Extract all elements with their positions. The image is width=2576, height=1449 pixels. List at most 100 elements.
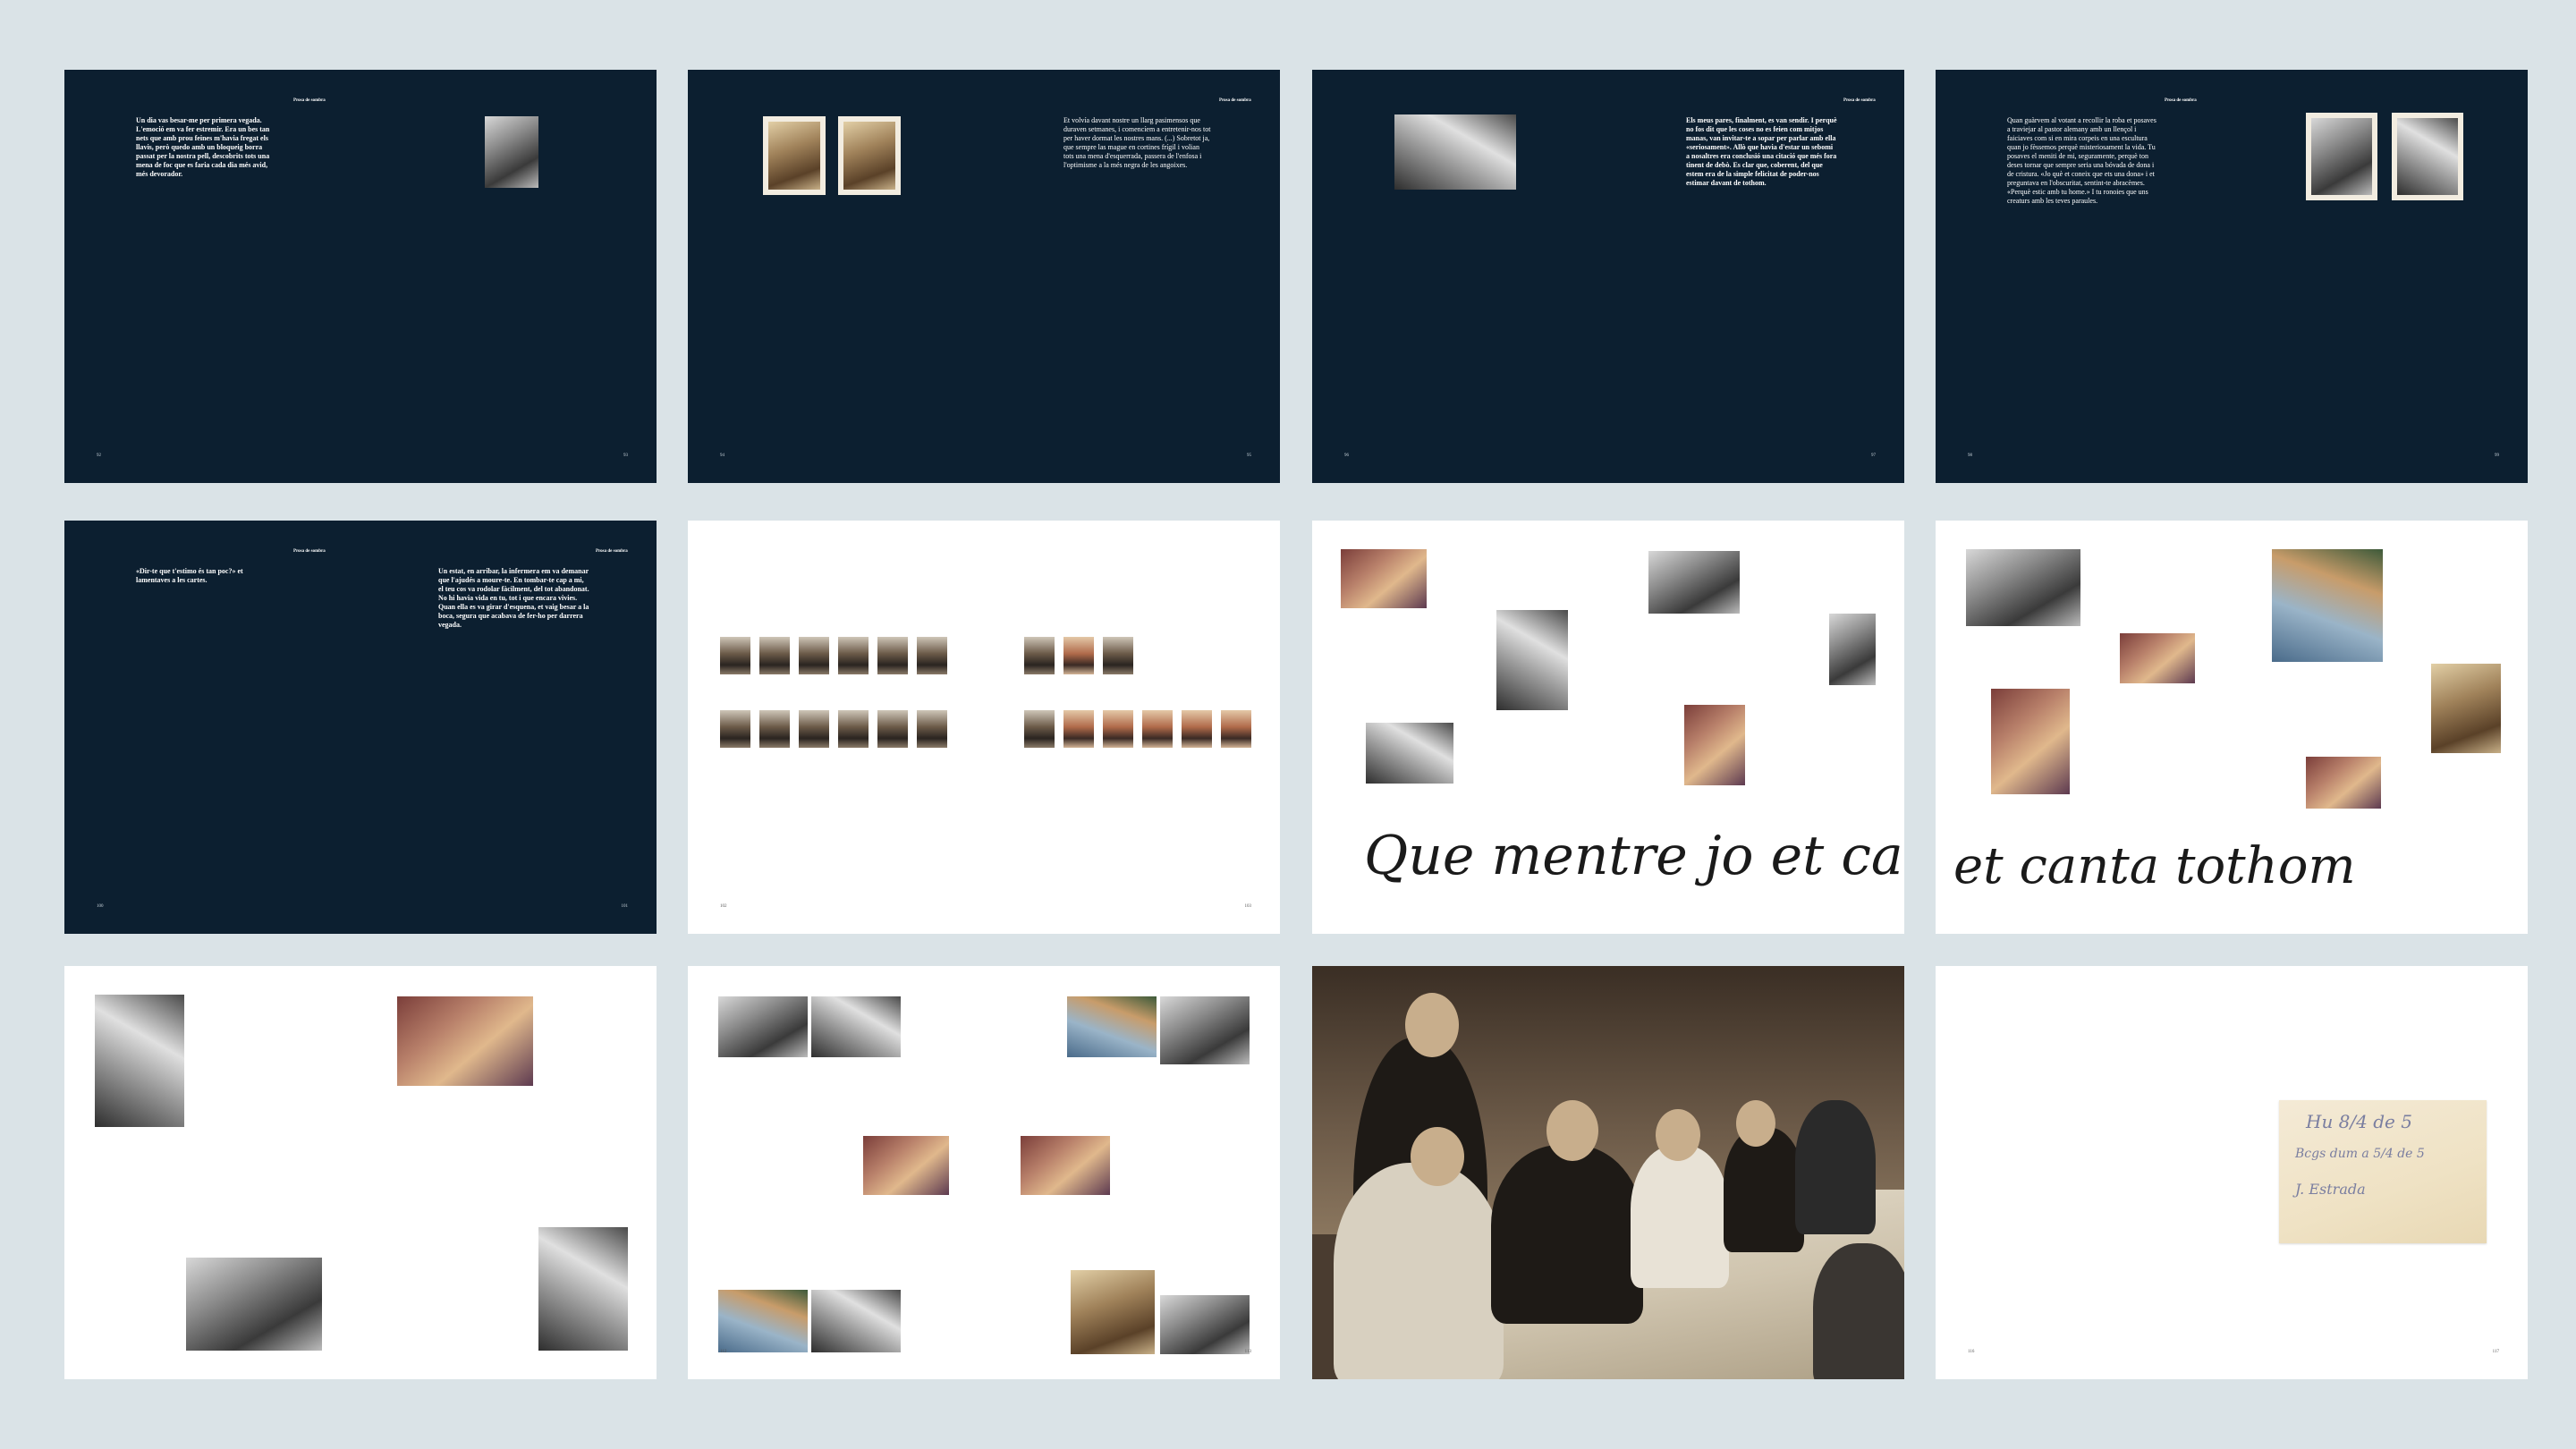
photo: [863, 1136, 949, 1195]
folio-left: 94: [720, 453, 724, 458]
photo: [2272, 549, 2383, 662]
spread-1[interactable]: Prosa de sombra Un dia vas besar-me per …: [64, 70, 657, 483]
portrait-photo: [1063, 710, 1094, 748]
photo: [1684, 705, 1745, 785]
photo-figure: [1491, 1145, 1643, 1324]
spread-8[interactable]: et canta tothom: [1936, 521, 2528, 934]
body-text: Un dia vas besar-me per primera vegada. …: [136, 116, 270, 178]
photo: [2392, 113, 2463, 200]
portrait-photo: [799, 710, 829, 748]
folio-left: 96: [1344, 453, 1349, 458]
spread-11-wedding-photo[interactable]: [1312, 966, 1904, 1379]
photo: [718, 996, 808, 1057]
body-text: Et volvía davant nostre un llarg pasimen…: [1063, 116, 1211, 169]
photo: [1160, 1295, 1250, 1354]
running-head: Prosa de sombra: [596, 549, 628, 554]
spread-4[interactable]: Prosa de sombra Quan guàrvem al votant a…: [1936, 70, 2528, 483]
photo: [2306, 113, 2377, 200]
photo-face: [1656, 1109, 1700, 1161]
note-line: Hu 8/4 de 5: [2306, 1111, 2412, 1132]
note-line: Bcgs dum a 5/4 de 5: [2295, 1147, 2425, 1161]
portrait-photo: [1182, 710, 1212, 748]
folio-right: 99: [2495, 453, 2499, 458]
folio-right: 101: [621, 904, 629, 909]
portrait-photo: [799, 637, 829, 674]
photo-face: [1736, 1100, 1775, 1147]
photo-figure: [1334, 1163, 1504, 1379]
photo: [538, 1227, 628, 1351]
folio-right: 113: [1244, 1350, 1251, 1354]
portrait-photo: [877, 637, 908, 674]
photo: [811, 996, 901, 1057]
photo: [1394, 114, 1516, 190]
spread-2[interactable]: Prosa de sombra Et volvía davant nostre …: [688, 70, 1280, 483]
portrait-photo: [759, 710, 790, 748]
running-head: Prosa de sombra: [1219, 98, 1251, 103]
photo: [838, 116, 901, 195]
portrait-photo: [838, 710, 869, 748]
photo-figure: [1813, 1243, 1904, 1379]
photo: [1160, 996, 1250, 1064]
note-line: J. Estrada: [2295, 1181, 2366, 1198]
spread-5[interactable]: Prosa de sombra Prosa de sombra «Dir-te …: [64, 521, 657, 934]
photo-figure: [1795, 1100, 1876, 1234]
running-head: Prosa de sombra: [2165, 98, 2197, 103]
folio-left: 102: [720, 904, 727, 909]
portrait-photo: [720, 710, 750, 748]
spread-12[interactable]: Hu 8/4 de 5 Bcgs dum a 5/4 de 5 J. Estra…: [1936, 966, 2528, 1379]
folio-left: 116: [1968, 1350, 1975, 1354]
folio-right: 97: [1871, 453, 1876, 458]
portrait-photo: [917, 637, 947, 674]
portrait-photo: [838, 637, 869, 674]
portrait-photo: [877, 710, 908, 748]
body-text-left: «Dir-te que t'estimo és tan poc?» et lam…: [136, 567, 243, 584]
running-head: Prosa de sombra: [293, 98, 326, 103]
folio-right: 103: [1244, 904, 1252, 909]
portrait-photo: [759, 637, 790, 674]
portrait-photo: [1103, 637, 1133, 674]
photo: [718, 1290, 808, 1352]
photo-face: [1546, 1100, 1598, 1161]
photo: [1966, 549, 2080, 626]
photo: [1071, 1270, 1155, 1354]
portrait-photo: [1103, 710, 1133, 748]
photo: [1067, 996, 1157, 1057]
photo-face: [1411, 1127, 1464, 1186]
running-head: Prosa de sombra: [293, 549, 326, 554]
portrait-photo: [1221, 710, 1251, 748]
running-head: Prosa de sombra: [1843, 98, 1876, 103]
spread-9[interactable]: [64, 966, 657, 1379]
spread-3[interactable]: Prosa de sombra Els meus pares, finalmen…: [1312, 70, 1904, 483]
portrait-photo: [1142, 710, 1173, 748]
photo: [1341, 549, 1427, 608]
folio-right: 95: [1247, 453, 1251, 458]
portrait-photo: [917, 710, 947, 748]
folio-left: 112: [720, 1350, 727, 1354]
portrait-photo: [720, 637, 750, 674]
folio-right: 117: [2492, 1350, 2499, 1354]
portrait-photo: [1024, 637, 1055, 674]
spread-6[interactable]: 102 103: [688, 521, 1280, 934]
folio-left: 92: [97, 453, 101, 458]
photo: [1496, 610, 1568, 710]
folio-left: 98: [1968, 453, 1972, 458]
photo: [1021, 1136, 1110, 1195]
photo-figure: [1724, 1127, 1804, 1252]
photo: [2431, 664, 2501, 753]
spread-7[interactable]: Que mentre jo et canti,: [1312, 521, 1904, 934]
body-text-right: Un estat, en arribar, la infermera em va…: [438, 567, 589, 629]
body-text: Els meus pares, finalment, es van sendir…: [1686, 116, 1837, 187]
body-text: Quan guàrvem al votant a recollir la rob…: [2007, 116, 2157, 205]
portrait-photo: [1024, 710, 1055, 748]
photo: [1991, 689, 2070, 794]
photo: [95, 995, 184, 1127]
folio-right: 93: [623, 453, 628, 458]
photo: [397, 996, 533, 1086]
photo: [186, 1258, 322, 1351]
spread-10[interactable]: 112 113: [688, 966, 1280, 1379]
photo: [1366, 723, 1453, 784]
photo: [2120, 633, 2195, 683]
portrait-photo: [1063, 637, 1094, 674]
handwritten-note: Hu 8/4 de 5 Bcgs dum a 5/4 de 5 J. Estra…: [2279, 1100, 2487, 1243]
photo-figure: [1631, 1145, 1729, 1288]
